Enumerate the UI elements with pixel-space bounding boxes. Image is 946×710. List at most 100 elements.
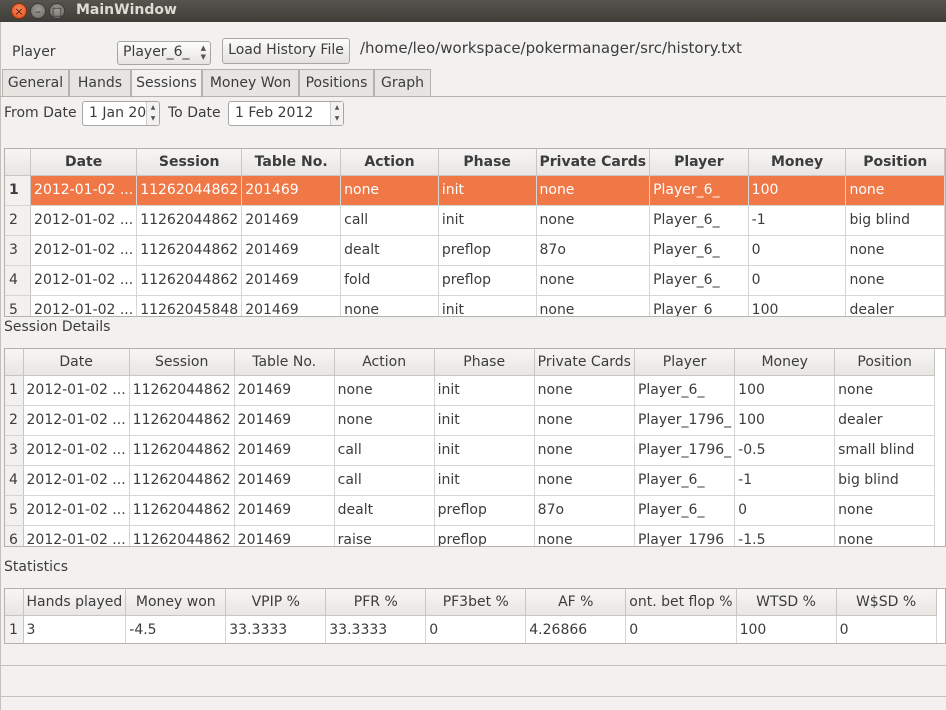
column-header[interactable]: Money — [734, 349, 836, 376]
table-cell[interactable]: 11262044862 — [136, 235, 243, 266]
from-date-spin-icon[interactable]: ▲ ▼ — [146, 102, 159, 125]
table-row[interactable]: 1 3 -4.5 33.3333 33.3333 0 4.26866 0 100 0 — [5, 615, 937, 643]
table-cell[interactable]: Player_6_ — [649, 175, 749, 206]
to-date-input[interactable]: 1 Feb 2012 ▲ ▼ — [228, 101, 344, 126]
column-header[interactable]: Player — [634, 349, 736, 376]
table-cell[interactable]: big blind — [845, 205, 945, 236]
table-cell[interactable]: none — [536, 205, 651, 236]
table-cell[interactable]: 2012-01-02 ... — [30, 265, 138, 296]
table-cell[interactable]: 201469 — [241, 235, 342, 266]
row-number[interactable]: 1 — [5, 615, 24, 643]
table-cell[interactable]: 2012-01-02 ... — [30, 205, 138, 236]
table-cell[interactable]: 2012-01-02 ... — [23, 435, 130, 466]
table-cell[interactable]: Player_6_ — [634, 495, 736, 526]
table-cell[interactable]: 201469 — [241, 295, 342, 316]
close-icon[interactable]: × — [11, 3, 27, 19]
table-cell[interactable]: call — [334, 465, 435, 496]
row-number[interactable]: 1 — [5, 175, 32, 206]
table-cell[interactable]: 11262044862 — [129, 465, 235, 496]
column-header[interactable]: Date — [30, 149, 138, 176]
table-cell[interactable]: none — [536, 265, 651, 296]
table-cell[interactable]: 100 — [748, 295, 847, 316]
history-table[interactable]: Date Session Table No. Action Phase Priv… — [4, 148, 946, 317]
table-cell[interactable]: Player_6_ — [634, 375, 736, 406]
table-cell[interactable]: -1 — [748, 205, 847, 236]
table-cell[interactable]: init — [434, 375, 535, 406]
table-cell[interactable]: none — [534, 375, 635, 406]
table-row[interactable]: 2 2012-01-02 ... 11262044862 201469 call init… — [5, 205, 945, 236]
table-cell[interactable]: 201469 — [234, 525, 335, 546]
table-cell[interactable]: init — [434, 405, 535, 436]
column-header[interactable]: PF3bet % — [425, 589, 527, 616]
table-cell[interactable]: 0 — [748, 235, 847, 266]
table-cell[interactable]: Player_1796_ — [634, 525, 736, 546]
column-header[interactable]: Position — [834, 349, 936, 376]
table-cell[interactable]: 2012-01-02 ... — [30, 235, 138, 266]
column-header[interactable]: AF % — [525, 589, 627, 616]
table-cell[interactable]: none — [845, 265, 945, 296]
table-cell[interactable]: init — [434, 465, 535, 496]
table-row[interactable]: 6 2012-01-02 ... 11262044862 201469 raise pre… — [5, 525, 936, 546]
table-cell[interactable]: none — [334, 405, 435, 436]
column-header[interactable]: Hands played — [23, 589, 127, 616]
table-cell[interactable]: 2012-01-02 ... — [23, 375, 130, 406]
table-cell[interactable]: none — [834, 375, 936, 406]
table-cell[interactable]: Player_6_ — [649, 265, 749, 296]
column-header[interactable]: Table No. — [241, 149, 342, 176]
table-corner[interactable] — [5, 349, 24, 376]
row-number[interactable]: 3 — [5, 435, 24, 466]
table-cell[interactable]: 11262044862 — [129, 525, 235, 546]
load-history-button[interactable]: Load History File — [222, 38, 350, 64]
table-cell[interactable]: 4.26866 — [525, 615, 627, 643]
table-cell[interactable]: 201469 — [241, 205, 342, 236]
table-cell[interactable]: init — [438, 175, 537, 206]
table-cell[interactable]: 33.3333 — [325, 615, 427, 643]
table-cell[interactable]: none — [534, 525, 635, 546]
maximize-icon[interactable]: □ — [49, 3, 65, 19]
row-number[interactable]: 3 — [5, 235, 32, 266]
table-cell[interactable]: Player_6_ — [649, 235, 749, 266]
table-cell[interactable]: 100 — [748, 175, 847, 206]
column-header[interactable]: Position — [845, 149, 945, 176]
tab-general[interactable]: General — [2, 69, 69, 97]
table-cell[interactable]: 11262044862 — [129, 435, 235, 466]
minimize-icon[interactable]: – — [30, 3, 46, 19]
tab-sessions[interactable]: Sessions — [131, 69, 202, 98]
table-corner[interactable] — [5, 589, 24, 616]
table-cell[interactable]: 0 — [425, 615, 527, 643]
table-cell[interactable]: 2012-01-02 ... — [23, 525, 130, 546]
table-cell[interactable]: 0 — [748, 265, 847, 296]
table-row[interactable]: 5 2012-01-02 ... 11262044862 201469 dealt pre… — [5, 495, 936, 526]
table-row[interactable]: 2 2012-01-02 ... 11262044862 201469 none init… — [5, 405, 936, 436]
table-cell[interactable]: 201469 — [234, 495, 335, 526]
table-cell[interactable]: 11262045848 — [136, 295, 243, 316]
column-header[interactable]: Money won — [125, 589, 227, 616]
column-header[interactable]: Date — [23, 349, 130, 376]
row-number[interactable]: 1 — [5, 375, 24, 406]
table-cell[interactable]: none — [834, 495, 936, 526]
column-header[interactable]: Player — [649, 149, 749, 176]
table-row[interactable]: 5 2012-01-02 ... 11262045848 201469 none init… — [5, 295, 945, 316]
row-number[interactable]: 6 — [5, 525, 24, 546]
table-cell[interactable]: none — [334, 375, 435, 406]
table-cell[interactable]: 3 — [23, 615, 127, 643]
table-cell[interactable]: 11262044862 — [129, 405, 235, 436]
table-cell[interactable]: big blind — [834, 465, 936, 496]
tab-graph[interactable]: Graph — [374, 69, 431, 97]
table-row[interactable]: 3 2012-01-02 ... 11262044862 201469 dealt pre… — [5, 235, 945, 266]
table-row[interactable]: 3 2012-01-02 ... 11262044862 201469 call init… — [5, 435, 936, 466]
row-number[interactable]: 5 — [5, 495, 24, 526]
column-header[interactable]: WTSD % — [736, 589, 837, 616]
table-cell[interactable]: raise — [334, 525, 435, 546]
column-header[interactable]: W$SD % — [836, 589, 937, 616]
column-header[interactable]: Phase — [438, 149, 537, 176]
column-header[interactable]: Action — [340, 149, 439, 176]
table-cell[interactable]: 11262044862 — [129, 375, 235, 406]
table-cell[interactable]: none — [534, 435, 635, 466]
column-header[interactable]: Money — [748, 149, 847, 176]
table-cell[interactable]: 11262044862 — [136, 265, 243, 296]
table-cell[interactable]: none — [845, 175, 945, 206]
table-cell[interactable]: 2012-01-02 ... — [23, 465, 130, 496]
table-row[interactable]: 1 2012-01-02 ... 11262044862 201469 none init… — [5, 175, 945, 206]
row-number[interactable]: 4 — [5, 465, 24, 496]
